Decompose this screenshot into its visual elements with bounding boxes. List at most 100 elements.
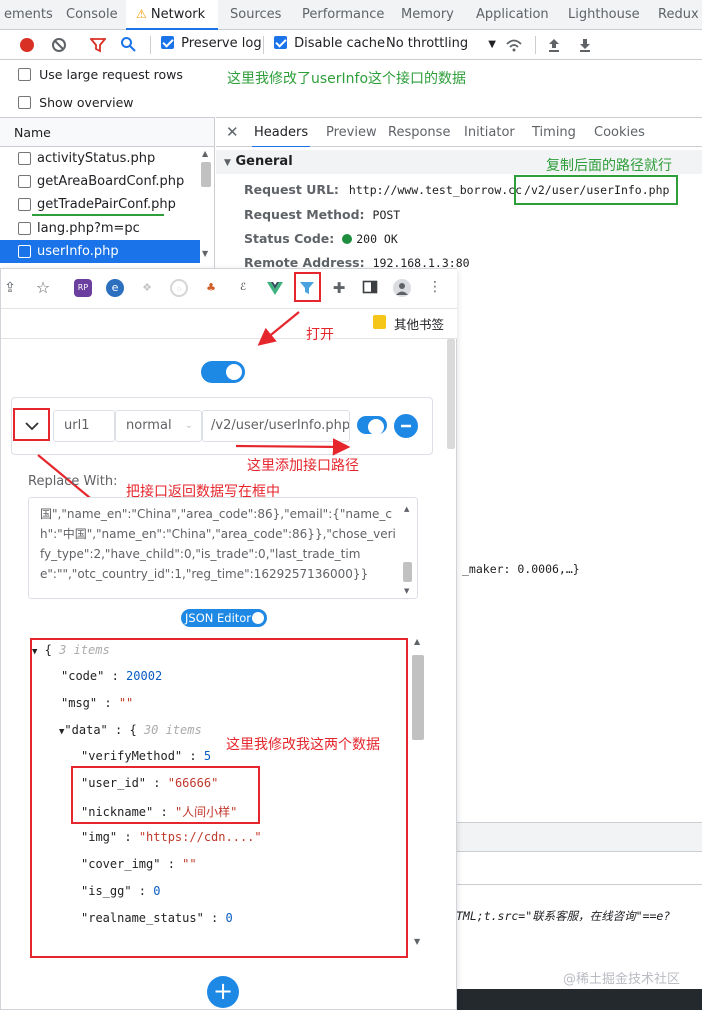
- background-panel-bar: [456, 822, 702, 852]
- toolbar-divider: [535, 36, 536, 54]
- tab-lighthouse[interactable]: Lighthouse: [568, 0, 640, 30]
- annotation-modified-two: 这里我修改我这两个数据: [226, 737, 380, 753]
- request-file-icon: [18, 198, 31, 211]
- search-icon[interactable]: [120, 36, 136, 52]
- throttling-label: No throttling: [386, 36, 469, 51]
- bookmark-star-icon[interactable]: ☆: [34, 279, 52, 297]
- tab-headers[interactable]: Headers: [252, 118, 311, 148]
- tab-response[interactable]: Response: [388, 118, 450, 148]
- tab-initiator[interactable]: Initiator: [464, 118, 515, 148]
- filter-icon[interactable]: [90, 37, 106, 53]
- replace-text: 国","name_en":"China","area_code":86},"em…: [40, 507, 396, 581]
- warning-icon: ⚠: [136, 7, 147, 21]
- replace-with-textarea[interactable]: 国","name_en":"China","area_code":86},"em…: [28, 497, 418, 599]
- green-highlight-box: [514, 175, 678, 205]
- profile-avatar-icon[interactable]: [393, 279, 411, 297]
- tab-network-label: Network: [150, 7, 206, 22]
- textarea-scroll-down-icon[interactable]: ▼: [404, 587, 409, 595]
- status-code-row: Status Code: 200 OK: [244, 231, 398, 246]
- rp-extension-icon[interactable]: RP: [74, 279, 92, 297]
- network-toolbar: Preserve log Disable cache No throttling…: [0, 30, 702, 60]
- clear-icon[interactable]: [51, 37, 67, 53]
- export-har-icon[interactable]: [578, 37, 592, 53]
- browser-toolbar: ⇪ ☆ RP e ❖ ◦ ♣ ℰ ✚ ⋮: [1, 269, 457, 309]
- name-column-header[interactable]: Name: [14, 125, 51, 140]
- tab-redux[interactable]: Redux: [658, 0, 699, 30]
- disable-cache-checkbox[interactable]: Disable cache: [274, 36, 385, 51]
- preserve-log-checkbox[interactable]: Preserve log: [161, 36, 262, 51]
- tab-cookies[interactable]: Cookies: [594, 118, 645, 148]
- extension-person-icon[interactable]: ♣: [202, 279, 220, 297]
- toolbar-divider: [263, 36, 264, 54]
- close-icon[interactable]: ✕: [226, 118, 239, 148]
- request-row[interactable]: lang.php?m=pc: [0, 217, 200, 240]
- scroll-up-icon[interactable]: ▲: [202, 149, 208, 158]
- throttling-select[interactable]: No throttling ▼: [386, 36, 496, 51]
- tab-timing[interactable]: Timing: [532, 118, 576, 148]
- tab-sources[interactable]: Sources: [230, 0, 281, 30]
- tab-memory[interactable]: Memory: [401, 0, 454, 30]
- record-icon[interactable]: [19, 37, 35, 53]
- tab-network[interactable]: ⚠ Network: [126, 0, 218, 30]
- request-name: activityStatus.php: [37, 151, 156, 166]
- textarea-scrollbar[interactable]: [403, 562, 412, 582]
- tab-preview[interactable]: Preview: [326, 118, 377, 148]
- tab-elements[interactable]: ements: [0, 0, 57, 30]
- show-overview-checkbox[interactable]: Show overview: [18, 95, 134, 111]
- network-settings: Use large request rows Show overview 这里我…: [0, 60, 702, 117]
- request-list: activityStatus.php getAreaBoardConf.php …: [0, 147, 215, 269]
- extensions-puzzle-icon[interactable]: ✚: [330, 279, 348, 297]
- json-scroll-up-icon[interactable]: ▲: [414, 637, 420, 646]
- request-row[interactable]: activityStatus.php: [0, 147, 200, 170]
- request-file-icon: [18, 245, 31, 258]
- add-rule-button[interactable]: +: [207, 976, 239, 1008]
- request-file-icon: [18, 222, 31, 235]
- request-method-value: POST: [372, 208, 401, 222]
- general-section: ▼ General 复制后面的路径就行 Request URL: http://…: [216, 147, 702, 270]
- watermark: @稀土掘金技术社区: [562, 972, 680, 987]
- replace-with-label: Replace With:: [28, 474, 118, 489]
- import-har-icon[interactable]: [547, 37, 561, 53]
- status-code-label: Status Code:: [244, 231, 335, 246]
- extension-popup: ⇪ ☆ RP e ❖ ◦ ♣ ℰ ✚ ⋮ 其他书签 打开 url1 normal…: [0, 268, 457, 1010]
- extension-chart-icon[interactable]: ℰ: [234, 279, 252, 297]
- network-conditions-icon[interactable]: [505, 37, 523, 53]
- side-panel-icon[interactable]: [362, 279, 380, 297]
- request-list-scrollbar[interactable]: [201, 162, 211, 187]
- textarea-scroll-up-icon[interactable]: ▲: [404, 505, 409, 513]
- request-method-row: Request Method: POST: [244, 207, 400, 222]
- scroll-down-icon[interactable]: ▼: [202, 249, 208, 258]
- popup-scrollbar[interactable]: [447, 339, 455, 449]
- detail-tab-bar: ✕ Headers Preview Response Initiator Tim…: [216, 117, 702, 148]
- checkbox-unchecked-icon: [18, 68, 31, 81]
- background-console-text: TML;t.src="联系客服，在线咨询"==e?: [456, 909, 671, 923]
- vue-devtools-icon[interactable]: [266, 279, 284, 297]
- request-method-label: Request Method:: [244, 207, 365, 222]
- background-divider: [456, 884, 702, 885]
- status-ok-icon: [342, 234, 353, 244]
- devtools-tab-bar: ements Console ⚠ Network Sources Perform…: [0, 0, 702, 30]
- tab-application[interactable]: Application: [476, 0, 549, 30]
- annotation-add-path: 这里添加接口路径: [247, 458, 359, 474]
- more-menu-icon[interactable]: ⋮: [426, 279, 444, 297]
- annotation-copy-path: 复制后面的路径就行: [546, 158, 672, 174]
- request-url-prefix: http://www.test_borrow.cc: [348, 183, 523, 197]
- request-row[interactable]: getAreaBoardConf.php: [0, 170, 200, 193]
- status-code-value: 200 OK: [356, 232, 398, 246]
- json-editor-scrollbar[interactable]: [412, 655, 424, 740]
- request-name: getTradePairConf.php: [37, 197, 176, 212]
- checkbox-checked-icon: [274, 36, 287, 49]
- share-icon[interactable]: ⇪: [1, 279, 19, 297]
- request-row[interactable]: getTradePairConf.php: [0, 193, 200, 216]
- large-rows-checkbox[interactable]: Use large request rows: [18, 67, 183, 83]
- extension-circle-icon[interactable]: ◦: [170, 279, 188, 297]
- tab-console[interactable]: Console: [64, 0, 120, 30]
- toolbar-divider: [150, 36, 151, 54]
- json-editor-toggle[interactable]: JSON Editor: [181, 609, 267, 627]
- tab-performance[interactable]: Performance: [302, 0, 384, 30]
- extension-gray-icon[interactable]: ❖: [138, 279, 156, 297]
- preserve-log-label: Preserve log: [181, 36, 262, 51]
- request-row-selected[interactable]: userInfo.php: [0, 240, 200, 263]
- json-scroll-down-icon[interactable]: ▼: [414, 937, 420, 946]
- extension-globe-icon[interactable]: e: [106, 279, 124, 297]
